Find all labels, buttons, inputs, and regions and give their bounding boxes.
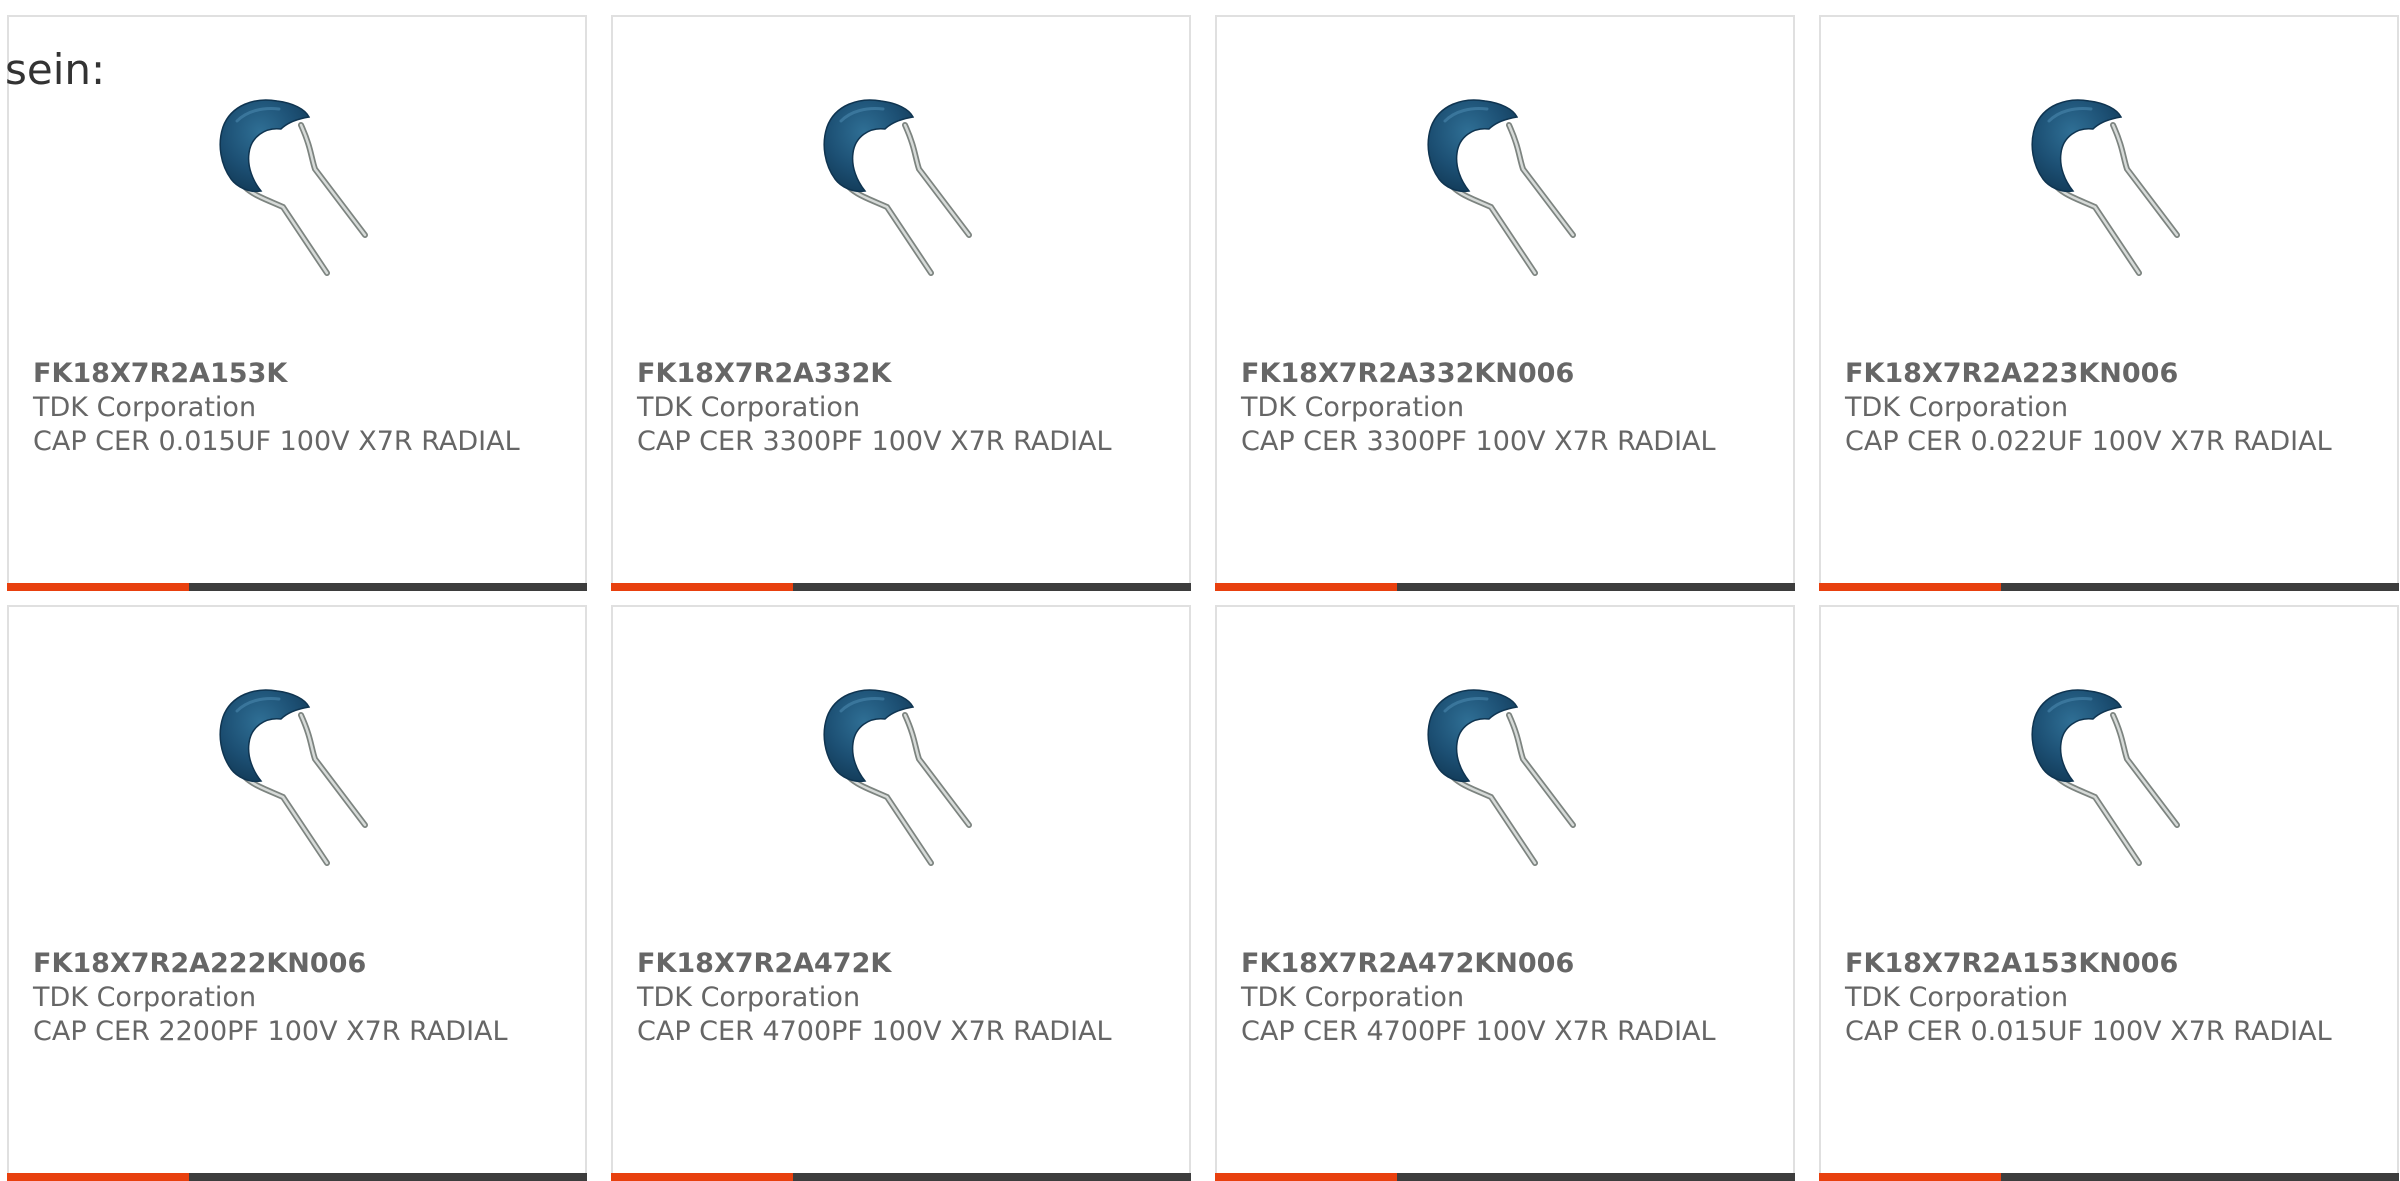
part-number-link[interactable]: FK18X7R2A223KN006 xyxy=(1845,357,2377,391)
ceramic-capacitor-icon[interactable] xyxy=(797,677,1007,887)
ceramic-capacitor-icon[interactable] xyxy=(2005,87,2215,297)
product-card[interactable]: FK18X7R2A472K TDK Corporation CAP CER 47… xyxy=(611,605,1191,1181)
card-bottom-bar xyxy=(1215,583,1795,591)
card-bottom-bar xyxy=(611,583,1191,591)
product-info: FK18X7R2A332KN006 TDK Corporation CAP CE… xyxy=(1241,357,1773,459)
description-text: CAP CER 3300PF 100V X7R RADIAL xyxy=(1241,426,1716,457)
manufacturer-label: TDK Corporation xyxy=(1845,982,2069,1013)
product-card[interactable]: FK18X7R2A223KN006 TDK Corporation CAP CE… xyxy=(1819,15,2399,591)
card-accent-bar xyxy=(1819,583,2001,591)
product-card[interactable]: FK18X7R2A153KN006 TDK Corporation CAP CE… xyxy=(1819,605,2399,1181)
intro-text: sein: xyxy=(5,45,106,94)
card-accent-bar xyxy=(611,583,793,591)
manufacturer-label: TDK Corporation xyxy=(1845,392,2069,423)
product-card[interactable]: FK18X7R2A332K TDK Corporation CAP CER 33… xyxy=(611,15,1191,591)
card-accent-bar xyxy=(7,1173,189,1181)
description-text: CAP CER 3300PF 100V X7R RADIAL xyxy=(637,426,1112,457)
ceramic-capacitor-icon[interactable] xyxy=(1401,677,1611,887)
ceramic-capacitor-icon[interactable] xyxy=(193,677,403,887)
ceramic-capacitor-icon[interactable] xyxy=(2005,677,2215,887)
product-card[interactable]: FK18X7R2A472KN006 TDK Corporation CAP CE… xyxy=(1215,605,1795,1181)
manufacturer-label: TDK Corporation xyxy=(1241,392,1465,423)
description-text: CAP CER 4700PF 100V X7R RADIAL xyxy=(1241,1016,1716,1047)
product-info: FK18X7R2A332K TDK Corporation CAP CER 33… xyxy=(637,357,1169,459)
card-accent-bar xyxy=(7,583,189,591)
product-card[interactable]: FK18X7R2A332KN006 TDK Corporation CAP CE… xyxy=(1215,15,1795,591)
card-bottom-bar xyxy=(611,1173,1191,1181)
card-bottom-bar xyxy=(7,1173,587,1181)
description-text: CAP CER 4700PF 100V X7R RADIAL xyxy=(637,1016,1112,1047)
manufacturer-label: TDK Corporation xyxy=(637,392,861,423)
card-bottom-bar xyxy=(1819,1173,2399,1181)
part-number-link[interactable]: FK18X7R2A472K xyxy=(637,947,1169,981)
part-number-link[interactable]: FK18X7R2A332KN006 xyxy=(1241,357,1773,391)
card-bottom-bar xyxy=(1819,583,2399,591)
manufacturer-label: TDK Corporation xyxy=(637,982,861,1013)
manufacturer-label: TDK Corporation xyxy=(33,982,257,1013)
product-info: FK18X7R2A472K TDK Corporation CAP CER 47… xyxy=(637,947,1169,1049)
ceramic-capacitor-icon[interactable] xyxy=(1401,87,1611,297)
card-accent-bar xyxy=(1819,1173,2001,1181)
product-info: FK18X7R2A153K TDK Corporation CAP CER 0.… xyxy=(33,357,565,459)
product-info: FK18X7R2A222KN006 TDK Corporation CAP CE… xyxy=(33,947,565,1049)
description-text: CAP CER 0.015UF 100V X7R RADIAL xyxy=(1845,1016,2332,1047)
product-card[interactable]: FK18X7R2A153K TDK Corporation CAP CER 0.… xyxy=(7,15,587,591)
product-info: FK18X7R2A472KN006 TDK Corporation CAP CE… xyxy=(1241,947,1773,1049)
part-number-link[interactable]: FK18X7R2A153K xyxy=(33,357,565,391)
part-number-link[interactable]: FK18X7R2A153KN006 xyxy=(1845,947,2377,981)
part-number-link[interactable]: FK18X7R2A472KN006 xyxy=(1241,947,1773,981)
part-number-link[interactable]: FK18X7R2A222KN006 xyxy=(33,947,565,981)
ceramic-capacitor-icon[interactable] xyxy=(797,87,1007,297)
description-text: CAP CER 2200PF 100V X7R RADIAL xyxy=(33,1016,508,1047)
product-info: FK18X7R2A153KN006 TDK Corporation CAP CE… xyxy=(1845,947,2377,1049)
product-grid: FK18X7R2A153K TDK Corporation CAP CER 0.… xyxy=(7,15,2400,1181)
card-bottom-bar xyxy=(1215,1173,1795,1181)
product-info: FK18X7R2A223KN006 TDK Corporation CAP CE… xyxy=(1845,357,2377,459)
product-card[interactable]: FK18X7R2A222KN006 TDK Corporation CAP CE… xyxy=(7,605,587,1181)
description-text: CAP CER 0.015UF 100V X7R RADIAL xyxy=(33,426,520,457)
manufacturer-label: TDK Corporation xyxy=(33,392,257,423)
card-accent-bar xyxy=(1215,583,1397,591)
part-number-link[interactable]: FK18X7R2A332K xyxy=(637,357,1169,391)
card-accent-bar xyxy=(611,1173,793,1181)
card-accent-bar xyxy=(1215,1173,1397,1181)
manufacturer-label: TDK Corporation xyxy=(1241,982,1465,1013)
description-text: CAP CER 0.022UF 100V X7R RADIAL xyxy=(1845,426,2332,457)
ceramic-capacitor-icon[interactable] xyxy=(193,87,403,297)
card-bottom-bar xyxy=(7,583,587,591)
